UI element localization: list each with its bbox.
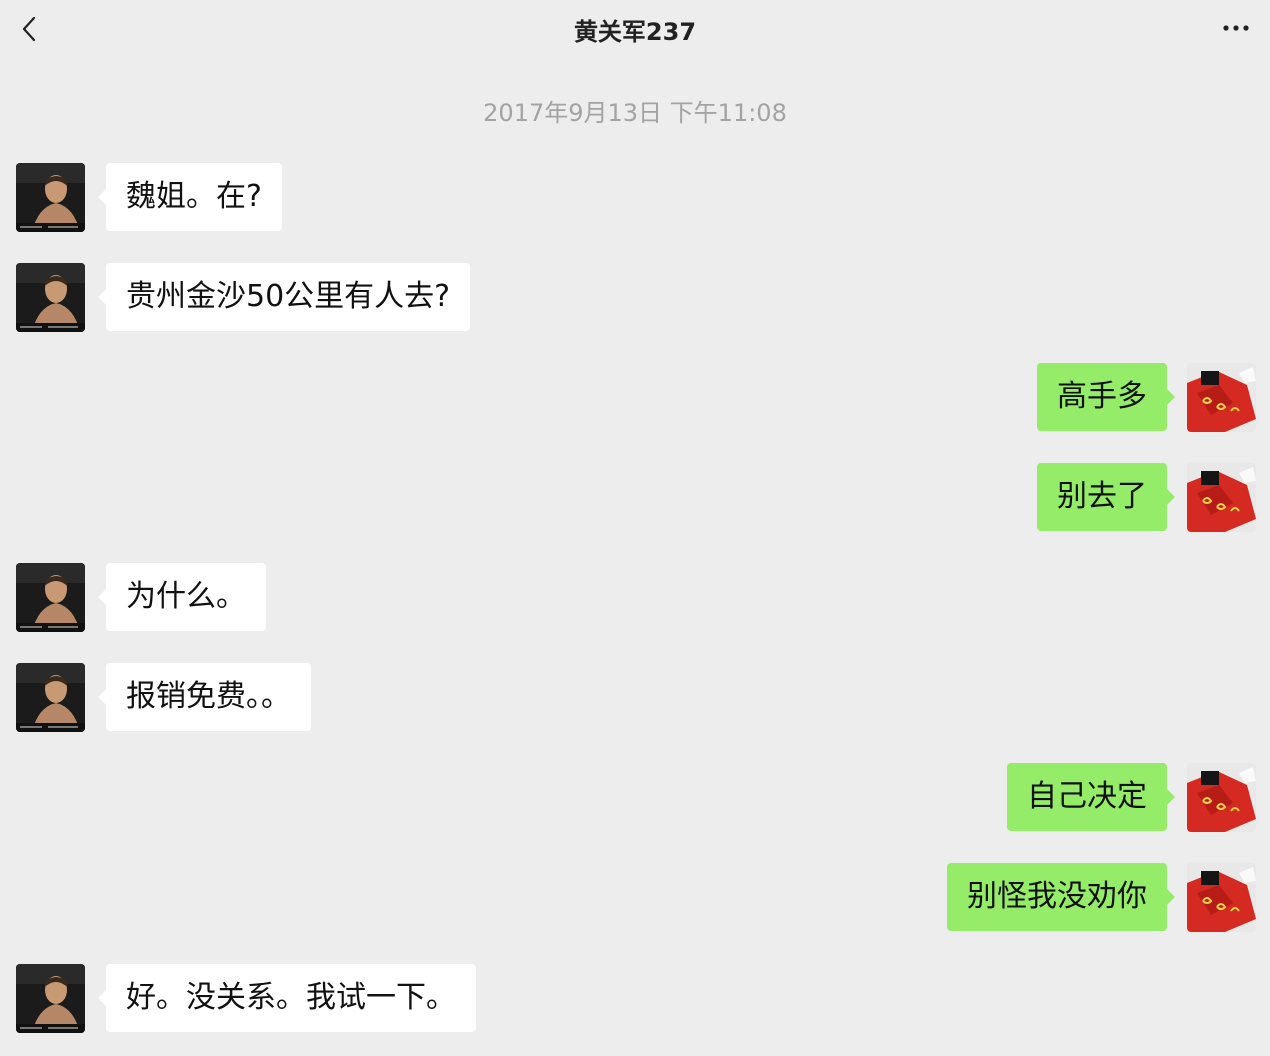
contact-avatar[interactable] (16, 563, 85, 632)
message-bubble[interactable]: 贵州金沙50公里有人去? (97, 263, 471, 331)
self-avatar[interactable] (1187, 863, 1256, 932)
chat-header: 黄关军237 (0, 0, 1270, 58)
message-bubble[interactable]: 高手多 (1037, 363, 1175, 431)
contact-avatar[interactable] (16, 163, 85, 232)
chat-title: 黄关军237 (573, 18, 697, 46)
message-bubble[interactable]: 报销免费。。 (98, 663, 311, 731)
message-bubble[interactable]: 为什么。 (98, 563, 266, 631)
message-bubble[interactable]: 魏姐。在? (98, 163, 282, 231)
contact-avatar[interactable] (16, 964, 85, 1033)
message-bubble[interactable]: 别去了 (1037, 463, 1175, 531)
message-timestamp: 2017年9月13日 下午11:08 (483, 99, 787, 127)
more-options-icon[interactable] (1220, 18, 1252, 38)
message-bubble[interactable]: 别怪我没劝你 (947, 863, 1175, 931)
message-bubble[interactable]: 自己决定 (1007, 763, 1175, 831)
self-avatar[interactable] (1187, 463, 1256, 532)
contact-avatar[interactable] (16, 263, 85, 332)
self-avatar[interactable] (1187, 763, 1256, 832)
self-avatar[interactable] (1187, 363, 1256, 432)
contact-avatar[interactable] (16, 663, 85, 732)
message-bubble[interactable]: 好。没关系。我试一下。 (98, 964, 476, 1032)
